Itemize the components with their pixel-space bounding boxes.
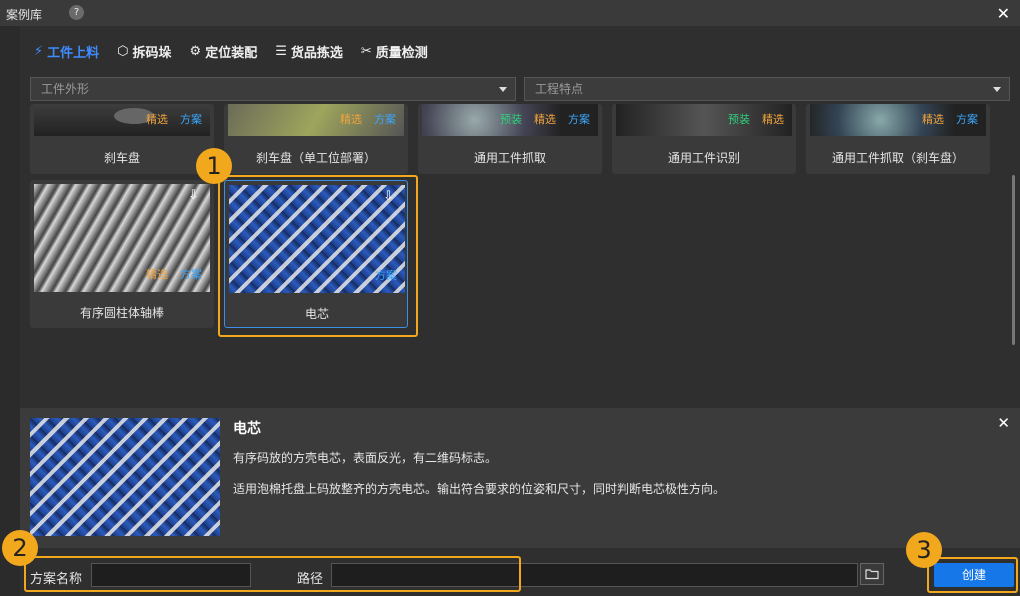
tab-picking[interactable]: ☰ 货品拣选 bbox=[275, 41, 343, 61]
tag-solution: 方案 bbox=[568, 113, 590, 126]
tab-label: 质量检测 bbox=[375, 45, 428, 61]
highlight-create-button bbox=[927, 557, 1018, 593]
tag-featured: 精选 bbox=[534, 113, 556, 126]
detail-description: 有序码放的方壳电芯，表面反光，有二维码标志。 bbox=[233, 451, 498, 465]
close-icon[interactable]: ✕ bbox=[997, 414, 1010, 432]
folder-browse-button[interactable] bbox=[860, 563, 884, 585]
tab-assembly[interactable]: ⚙ 定位装配 bbox=[190, 41, 258, 61]
workpiece-shape-select[interactable]: 工件外形 bbox=[30, 77, 516, 101]
gear-target-icon: ⚙ bbox=[189, 43, 202, 59]
project-feature-select[interactable]: 工程特点 bbox=[524, 77, 1010, 101]
card-label: 刹车盘 bbox=[103, 151, 140, 165]
chevron-down-icon bbox=[993, 87, 1001, 92]
tag-solution: 方案 bbox=[180, 113, 202, 126]
help-icon[interactable]: ? bbox=[69, 5, 84, 20]
callout-badge-2: 2 bbox=[2, 530, 38, 566]
callout-badge-1: 1 bbox=[196, 148, 232, 184]
tag-featured: 精选 bbox=[146, 268, 168, 281]
folder-icon bbox=[865, 569, 879, 580]
select-placeholder: 工程特点 bbox=[535, 82, 584, 96]
tag-featured: 精选 bbox=[340, 113, 362, 126]
tab-label: 定位装配 bbox=[205, 45, 258, 61]
detail-panel: 电芯 有序码放的方壳电芯，表面反光，有二维码标志。 适用泡棉托盘上码放整齐的方壳… bbox=[20, 408, 1020, 548]
tab-label: 拆码垛 bbox=[132, 45, 172, 61]
detail-title: 电芯 bbox=[233, 421, 261, 437]
box-icon: ⬡ bbox=[117, 43, 129, 59]
window-title: 案例库 bbox=[6, 8, 43, 22]
highlight-selected-card bbox=[218, 175, 418, 337]
case-card[interactable]: 精选 方案 刹车盘 bbox=[30, 104, 214, 174]
callout-badge-3: 3 bbox=[906, 532, 942, 568]
card-label: 刹车盘（单工位部署） bbox=[255, 151, 376, 165]
chevron-down-icon bbox=[499, 87, 507, 92]
detail-usage: 适用泡棉托盘上码放整齐的方壳电芯。输出符合要求的位姿和尺寸，同时判断电芯极性方向… bbox=[233, 482, 726, 496]
card-label: 通用工件识别 bbox=[667, 151, 740, 165]
robot-arm-icon: ⚡ bbox=[34, 43, 44, 59]
tag-featured: 精选 bbox=[922, 113, 944, 126]
case-card[interactable]: 精选 方案 刹车盘（单工位部署） bbox=[224, 104, 408, 174]
close-icon[interactable]: ✕ bbox=[997, 4, 1010, 23]
tag-solution: 方案 bbox=[374, 113, 396, 126]
tag-preinstalled: 预装 bbox=[728, 113, 750, 126]
case-card[interactable]: 预装 精选 通用工件识别 bbox=[612, 104, 796, 174]
case-card[interactable]: 预装 精选 方案 通用工件抓取 bbox=[418, 104, 602, 174]
case-card[interactable]: ⇩ 精选 方案 有序圆柱体轴棒 bbox=[30, 180, 214, 328]
card-label: 有序圆柱体轴棒 bbox=[79, 306, 164, 320]
title-bar: 案例库 ? ✕ bbox=[0, 0, 1020, 26]
tag-featured: 精选 bbox=[146, 113, 168, 126]
select-placeholder: 工件外形 bbox=[41, 82, 90, 96]
card-label: 通用工件抓取 bbox=[473, 151, 546, 165]
tools-icon: ✂ bbox=[360, 43, 372, 59]
category-tabs: ⚡ 工件上料 ⬡ 拆码垛 ⚙ 定位装配 ☰ 货品拣选 ✂ 质量检测 bbox=[34, 41, 428, 61]
card-label: 通用工件抓取（刹车盘） bbox=[831, 151, 964, 165]
case-grid: 精选 方案 刹车盘 精选 方案 刹车盘（单工位部署） 预装 精选 方案 通用工件… bbox=[30, 104, 1010, 404]
tag-solution: 方案 bbox=[956, 113, 978, 126]
tab-label: 货品拣选 bbox=[290, 45, 343, 61]
tag-featured: 精选 bbox=[762, 113, 784, 126]
tab-depalletizing[interactable]: ⬡ 拆码垛 bbox=[117, 41, 171, 61]
tab-inspection[interactable]: ✂ 质量检测 bbox=[361, 41, 428, 61]
grid-scrollbar[interactable] bbox=[1012, 175, 1015, 345]
tab-workpiece-loading[interactable]: ⚡ 工件上料 bbox=[34, 41, 99, 61]
tag-preinstalled: 预装 bbox=[500, 113, 522, 126]
detail-thumbnail bbox=[30, 418, 220, 536]
tab-label: 工件上料 bbox=[47, 45, 100, 61]
highlight-name-path bbox=[24, 556, 521, 592]
list-icon: ☰ bbox=[275, 43, 287, 59]
download-icon[interactable]: ⇩ bbox=[188, 188, 199, 203]
tag-solution: 方案 bbox=[180, 268, 202, 281]
case-card[interactable]: 精选 方案 通用工件抓取（刹车盘） bbox=[806, 104, 990, 174]
